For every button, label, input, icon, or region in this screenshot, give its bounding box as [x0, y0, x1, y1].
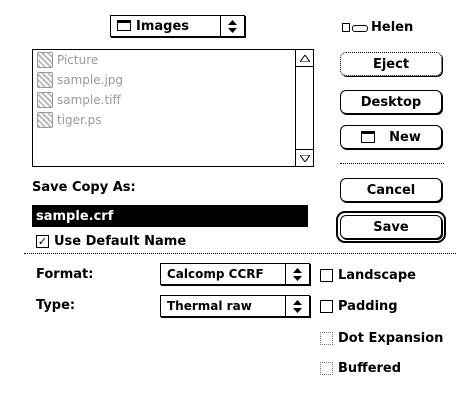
arrow-down-icon: [299, 154, 310, 162]
landscape-checkbox[interactable]: Landscape: [320, 268, 416, 283]
filename-input[interactable]: sample.crf: [32, 205, 308, 227]
disk-icon: [342, 22, 368, 34]
buffered-checkbox[interactable]: Buffered: [320, 361, 401, 376]
file-name: sample.tiff: [57, 93, 121, 107]
arrow-up-icon: [299, 54, 310, 62]
checkbox-box: ✓: [36, 235, 49, 248]
cancel-button[interactable]: Cancel: [340, 178, 442, 202]
use-default-name-checkbox[interactable]: ✓ Use Default Name: [36, 234, 186, 249]
cancel-button-label: Cancel: [366, 182, 416, 198]
updown-arrow-icon: [285, 296, 309, 316]
save-button[interactable]: Save: [340, 215, 442, 239]
dot-expansion-checkbox[interactable]: Dot Expansion: [320, 331, 456, 346]
file-list[interactable]: Picture sample.jpg sample.tiff tiger.ps: [32, 49, 314, 167]
divider: [340, 163, 444, 164]
folder-icon: [117, 19, 131, 31]
new-folder-icon: [361, 131, 376, 143]
eject-button[interactable]: Eject: [340, 52, 442, 76]
save-as-label: Save Copy As:: [32, 180, 136, 195]
format-popup[interactable]: Calcomp CCRF: [160, 263, 310, 285]
dot-expansion-label: Dot Expansion: [338, 331, 444, 346]
scroll-up-button[interactable]: [296, 50, 313, 67]
file-list-item[interactable]: sample.tiff: [33, 90, 295, 110]
scroll-down-button[interactable]: [296, 149, 313, 166]
type-label: Type:: [36, 298, 76, 313]
file-name: sample.jpg: [57, 73, 124, 87]
checkbox-box: [320, 269, 333, 282]
save-button-label: Save: [373, 219, 409, 235]
checkbox-box: [320, 332, 333, 345]
image-file-icon: [37, 92, 53, 108]
section-divider: [24, 253, 456, 254]
checkbox-box: [320, 300, 333, 313]
volume-label: Helen: [371, 20, 414, 35]
volume-indicator: Helen: [342, 20, 413, 35]
file-name: tiger.ps: [57, 113, 102, 127]
updown-arrow-icon: [220, 16, 244, 36]
buffered-label: Buffered: [338, 361, 402, 376]
new-folder-button[interactable]: New: [340, 125, 442, 149]
file-list-item[interactable]: Picture: [33, 50, 295, 70]
new-folder-button-label: New: [389, 129, 421, 145]
desktop-button-label: Desktop: [360, 94, 422, 110]
format-popup-value: Calcomp CCRF: [167, 267, 264, 281]
folder-popup[interactable]: Images: [110, 15, 245, 37]
image-file-icon: [37, 72, 53, 88]
file-list-rows: Picture sample.jpg sample.tiff tiger.ps: [33, 50, 295, 166]
image-file-icon: [37, 112, 53, 128]
type-popup-value: Thermal raw: [167, 299, 252, 313]
file-name: Picture: [57, 53, 99, 67]
format-label: Format:: [36, 267, 94, 282]
file-list-item[interactable]: tiger.ps: [33, 110, 295, 130]
type-popup[interactable]: Thermal raw: [160, 295, 310, 317]
image-file-icon: [37, 52, 53, 68]
checkbox-box: [320, 362, 333, 375]
folder-popup-label: Images: [111, 19, 220, 34]
scrollbar[interactable]: [295, 50, 313, 166]
file-list-item[interactable]: sample.jpg: [33, 70, 295, 90]
eject-button-label: Eject: [372, 56, 410, 72]
updown-arrow-icon: [285, 264, 309, 284]
use-default-name-label: Use Default Name: [54, 234, 187, 249]
padding-checkbox[interactable]: Padding: [320, 299, 398, 314]
desktop-button[interactable]: Desktop: [340, 90, 442, 114]
padding-label: Padding: [338, 299, 398, 314]
landscape-label: Landscape: [338, 268, 416, 283]
